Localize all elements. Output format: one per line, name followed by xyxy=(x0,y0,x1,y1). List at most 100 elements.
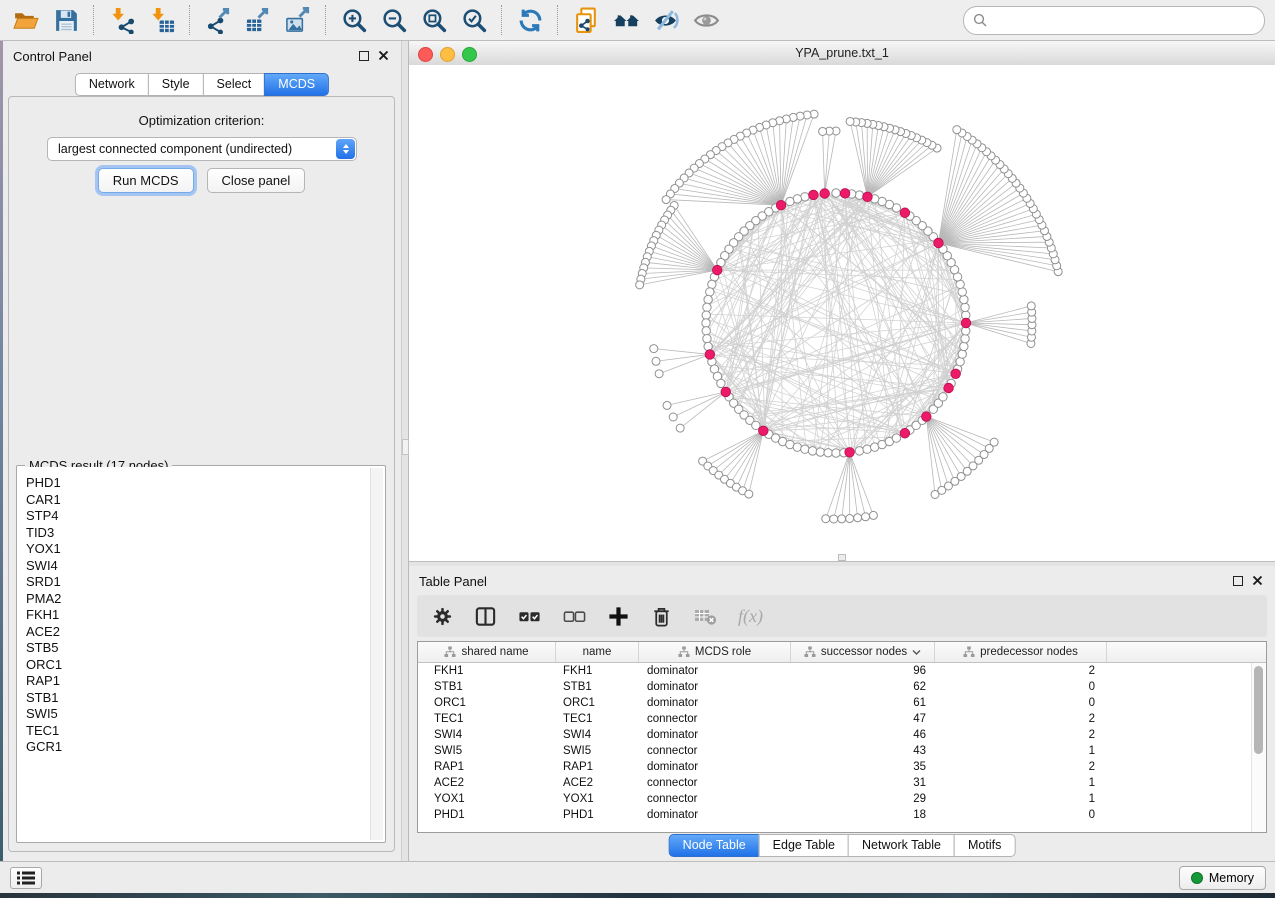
network-node[interactable] xyxy=(961,303,969,311)
network-node[interactable] xyxy=(816,448,824,456)
network-node[interactable] xyxy=(832,189,840,197)
search-input[interactable] xyxy=(993,12,1264,29)
import-table-button[interactable] xyxy=(142,2,182,38)
close-panel-button[interactable] xyxy=(1252,575,1263,586)
close-panel-button[interactable] xyxy=(378,50,389,61)
list-item[interactable]: PHD1 xyxy=(18,475,384,492)
list-item[interactable]: RAP1 xyxy=(18,673,384,690)
column-header-mcds-role[interactable]: MCDS role xyxy=(639,642,791,662)
network-node[interactable] xyxy=(717,379,725,387)
mcds-node[interactable] xyxy=(820,189,830,199)
network-node[interactable] xyxy=(652,357,660,365)
network-canvas[interactable] xyxy=(409,65,1275,561)
tab-node-table[interactable]: Node Table xyxy=(669,834,760,857)
network-node[interactable] xyxy=(706,288,714,296)
column-header-shared-name[interactable]: shared name xyxy=(418,642,556,662)
list-item[interactable]: SWI4 xyxy=(18,558,384,575)
network-node[interactable] xyxy=(702,327,710,335)
network-node[interactable] xyxy=(636,281,644,289)
export-table-button[interactable] xyxy=(238,2,278,38)
network-node[interactable] xyxy=(819,127,827,135)
show-log-button[interactable] xyxy=(10,867,42,889)
mcds-node[interactable] xyxy=(900,428,910,438)
import-network-button[interactable] xyxy=(102,2,142,38)
run-mcds-button[interactable]: Run MCDS xyxy=(98,168,194,193)
export-image-button[interactable] xyxy=(278,2,318,38)
scrollbar-thumb[interactable] xyxy=(1254,666,1263,754)
network-node[interactable] xyxy=(846,515,854,523)
list-item[interactable]: FKH1 xyxy=(18,607,384,624)
zoom-fit-button[interactable] xyxy=(414,2,454,38)
table-row[interactable]: SWI5 SWI5 connector 43 1 xyxy=(418,743,1266,759)
network-node[interactable] xyxy=(830,515,838,523)
table-row[interactable]: ACE2 ACE2 connector 31 1 xyxy=(418,775,1266,791)
column-header-predecessor-nodes[interactable]: predecessor nodes xyxy=(935,642,1107,662)
list-item[interactable]: TEC1 xyxy=(18,723,384,740)
network-node[interactable] xyxy=(862,513,870,521)
tab-network-table[interactable]: Network Table xyxy=(848,834,955,857)
mcds-node[interactable] xyxy=(759,426,769,436)
open-button[interactable] xyxy=(6,2,46,38)
mcds-node[interactable] xyxy=(809,190,819,200)
mcds-node[interactable] xyxy=(845,447,855,457)
network-node[interactable] xyxy=(846,117,854,125)
network-node[interactable] xyxy=(702,311,710,319)
network-node[interactable] xyxy=(960,295,968,303)
table-row[interactable]: YOX1 YOX1 connector 29 1 xyxy=(418,791,1266,807)
table-row[interactable]: PHD1 PHD1 dominator 18 0 xyxy=(418,807,1266,823)
tab-network[interactable]: Network xyxy=(75,73,149,96)
mcds-node[interactable] xyxy=(840,189,850,199)
list-item[interactable]: YOX1 xyxy=(18,541,384,558)
float-panel-button[interactable] xyxy=(1233,576,1243,586)
network-node[interactable] xyxy=(663,401,671,409)
mcds-node[interactable] xyxy=(712,265,722,275)
show-columns-button[interactable] xyxy=(474,605,497,628)
network-node[interactable] xyxy=(703,303,711,311)
network-node[interactable] xyxy=(958,350,966,358)
table-row[interactable]: TEC1 TEC1 connector 47 2 xyxy=(418,711,1266,727)
function-builder-button[interactable]: f(x) xyxy=(738,606,763,627)
network-node[interactable] xyxy=(786,197,794,205)
network-node[interactable] xyxy=(704,342,712,350)
list-item[interactable]: SWI5 xyxy=(18,706,384,723)
network-node[interactable] xyxy=(838,515,846,523)
table-scrollbar[interactable] xyxy=(1251,663,1266,832)
show-all-button[interactable] xyxy=(686,2,726,38)
network-node[interactable] xyxy=(808,447,816,455)
first-neighbors-button[interactable] xyxy=(606,2,646,38)
network-node[interactable] xyxy=(745,490,753,498)
select-all-button[interactable] xyxy=(517,605,542,628)
network-node[interactable] xyxy=(869,511,877,519)
column-header-successor-nodes[interactable]: successor nodes xyxy=(791,642,935,662)
canvas-resize-handle[interactable] xyxy=(838,554,846,561)
list-item[interactable]: CAR1 xyxy=(18,492,384,509)
table-row[interactable]: SWI4 SWI4 dominator 46 2 xyxy=(418,727,1266,743)
list-item[interactable]: STP4 xyxy=(18,508,384,525)
network-node[interactable] xyxy=(704,295,712,303)
zoom-out-button[interactable] xyxy=(374,2,414,38)
vertical-splitter[interactable] xyxy=(401,41,409,861)
network-node[interactable] xyxy=(655,370,663,378)
network-node[interactable] xyxy=(892,434,900,442)
tab-style[interactable]: Style xyxy=(148,73,204,96)
mcds-node[interactable] xyxy=(863,192,873,202)
network-node[interactable] xyxy=(854,514,862,522)
network-node[interactable] xyxy=(1027,302,1035,310)
deselect-all-button[interactable] xyxy=(562,605,587,628)
clone-network-button[interactable] xyxy=(566,2,606,38)
mcds-node[interactable] xyxy=(900,208,910,218)
tab-select[interactable]: Select xyxy=(203,73,266,96)
tab-mcds[interactable]: MCDS xyxy=(264,73,329,96)
save-button[interactable] xyxy=(46,2,86,38)
table-row[interactable]: STB1 STB1 dominator 62 0 xyxy=(418,679,1266,695)
list-item[interactable]: ACE2 xyxy=(18,624,384,641)
network-node[interactable] xyxy=(960,342,968,350)
list-item[interactable]: STB1 xyxy=(18,690,384,707)
memory-button[interactable]: Memory xyxy=(1179,866,1266,890)
list-item[interactable]: ORC1 xyxy=(18,657,384,674)
table-settings-button[interactable] xyxy=(431,605,454,628)
mcds-node[interactable] xyxy=(961,318,971,328)
zoom-selected-button[interactable] xyxy=(454,2,494,38)
mcds-node[interactable] xyxy=(776,200,786,210)
network-node[interactable] xyxy=(832,449,840,457)
